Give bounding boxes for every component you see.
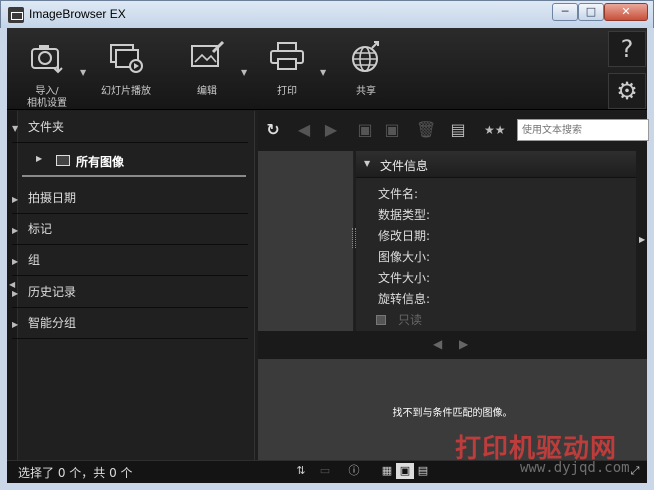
- sidebar-item-tags[interactable]: ▶ 标记: [12, 214, 248, 245]
- file-info-header[interactable]: ▼ 文件信息: [356, 151, 636, 178]
- sidebar-item-history[interactable]: ▶ 历史记录: [12, 277, 248, 308]
- triangle-right-icon: ▶: [12, 289, 19, 298]
- edit-image-icon: [191, 40, 225, 67]
- import-label-line1: 导入/: [35, 86, 59, 97]
- site-watermark-url: www.dyjqd.com: [520, 460, 630, 476]
- triangle-right-icon: ▶: [12, 226, 19, 235]
- expand-right-icon[interactable]: ▶: [639, 235, 645, 244]
- rating-star-icon[interactable]: ★★: [484, 120, 506, 140]
- sidebar-item-label: 标记: [28, 222, 53, 236]
- sort-icon[interactable]: ⇅: [292, 463, 310, 479]
- thumbnail-area[interactable]: [258, 151, 354, 331]
- readonly-checkbox[interactable]: 只读: [376, 311, 422, 328]
- preview-view-icon[interactable]: ▣: [396, 463, 414, 479]
- file-info-title: 文件信息: [380, 159, 429, 173]
- search-input[interactable]: [517, 119, 649, 141]
- help-button[interactable]: ?: [608, 31, 646, 67]
- preview-nav-bar: ◀ ▶: [258, 331, 647, 359]
- close-button[interactable]: ✕: [604, 3, 648, 21]
- print-button[interactable]: ▼ 打印: [255, 28, 326, 110]
- chevron-down-icon[interactable]: ▼: [241, 68, 247, 77]
- info-imagesize-label: 图像大小:: [378, 250, 431, 264]
- selection-count: 选择了 0 个，共 0 个: [18, 466, 133, 480]
- printer-icon: [270, 42, 304, 70]
- trash-icon[interactable]: 🗑: [416, 120, 436, 140]
- sidebar-item-label: 拍摄日期: [28, 191, 77, 205]
- filmstrip-view-icon[interactable]: ▤: [414, 463, 432, 479]
- triangle-right-icon: ▶: [12, 195, 19, 204]
- folder-icon: [56, 155, 70, 166]
- triangle-right-icon: ▶: [36, 154, 43, 163]
- rotate-left-icon[interactable]: ▣: [355, 120, 375, 140]
- print-label: 打印: [277, 86, 297, 97]
- slideshow-label: 幻灯片播放: [101, 86, 151, 97]
- info-filesize-label: 文件大小:: [378, 271, 431, 285]
- edit-label: 编辑: [197, 86, 217, 97]
- info-modified-label: 修改日期:: [378, 229, 431, 243]
- sidebar-item-shooting-date[interactable]: ▶ 拍摄日期: [12, 183, 248, 214]
- folders-section-header[interactable]: ▼ 文件夹: [12, 112, 248, 143]
- sidebar-item-label: 组: [28, 253, 41, 267]
- checkbox-icon: [376, 315, 386, 325]
- window-titlebar: ImageBrowser EX ─ □ ✕: [0, 0, 654, 28]
- info-icon[interactable]: ⓘ: [346, 463, 362, 479]
- triangle-right-icon: ▶: [12, 320, 19, 329]
- no-match-message: 找不到与条件匹配的图像。: [392, 408, 513, 419]
- folder-all-images[interactable]: ▶ 所有图像: [22, 145, 246, 177]
- share-button[interactable]: 共享: [334, 28, 398, 110]
- import-label-line2: 相机设置: [27, 98, 67, 109]
- grid-view-icon[interactable]: ▦: [378, 463, 396, 479]
- edit-button[interactable]: ▼ 编辑: [175, 28, 247, 110]
- view-mode-icon[interactable]: ▤: [448, 120, 468, 140]
- folders-header-label: 文件夹: [28, 120, 65, 134]
- triangle-down-icon: ▼: [12, 124, 19, 133]
- refresh-icon[interactable]: ↻: [263, 120, 283, 140]
- all-images-label: 所有图像: [76, 155, 125, 169]
- next-image-icon[interactable]: ▶: [459, 337, 468, 351]
- chevron-down-icon[interactable]: ▼: [80, 68, 86, 77]
- readonly-label: 只读: [398, 313, 423, 327]
- settings-button[interactable]: ⚙: [608, 73, 646, 109]
- share-label: 共享: [356, 86, 376, 97]
- maximize-button[interactable]: □: [578, 3, 604, 21]
- info-rotation-label: 旋转信息:: [378, 292, 431, 306]
- info-filename-label: 文件名:: [378, 187, 419, 201]
- main-toolbar: ▼ 导入/ 相机设置 幻灯片播放 ▼ 编辑 ▼ 打印 共享 ? ⚙: [7, 28, 647, 110]
- sidebar-item-label: 智能分组: [28, 316, 77, 330]
- window-title: ImageBrowser EX: [29, 7, 126, 21]
- filter-icon[interactable]: ▭: [316, 463, 334, 479]
- sidebar-item-label: 历史记录: [28, 285, 77, 299]
- sidebar-item-smart-group[interactable]: ▶ 智能分组: [12, 308, 248, 339]
- slideshow-button[interactable]: 幻灯片播放: [94, 28, 158, 110]
- rotate-right-icon[interactable]: ▣: [382, 120, 402, 140]
- forward-icon[interactable]: ▶: [321, 120, 341, 140]
- triangle-down-icon: ▼: [364, 159, 371, 168]
- chevron-down-icon[interactable]: ▼: [320, 68, 326, 77]
- info-datatype-label: 数据类型:: [378, 208, 431, 222]
- import-camera-settings-button[interactable]: ▼ 导入/ 相机设置: [15, 28, 86, 110]
- triangle-right-icon: ▶: [12, 257, 19, 266]
- globe-share-icon: [352, 41, 379, 72]
- previous-image-icon[interactable]: ◀: [433, 337, 442, 351]
- app-icon: [8, 7, 24, 23]
- minimize-button[interactable]: ─: [552, 3, 578, 21]
- back-icon[interactable]: ◀: [294, 120, 314, 140]
- camera-import-icon: [31, 45, 63, 74]
- sidebar-item-group[interactable]: ▶ 组: [12, 245, 248, 276]
- slideshow-icon: [110, 44, 143, 73]
